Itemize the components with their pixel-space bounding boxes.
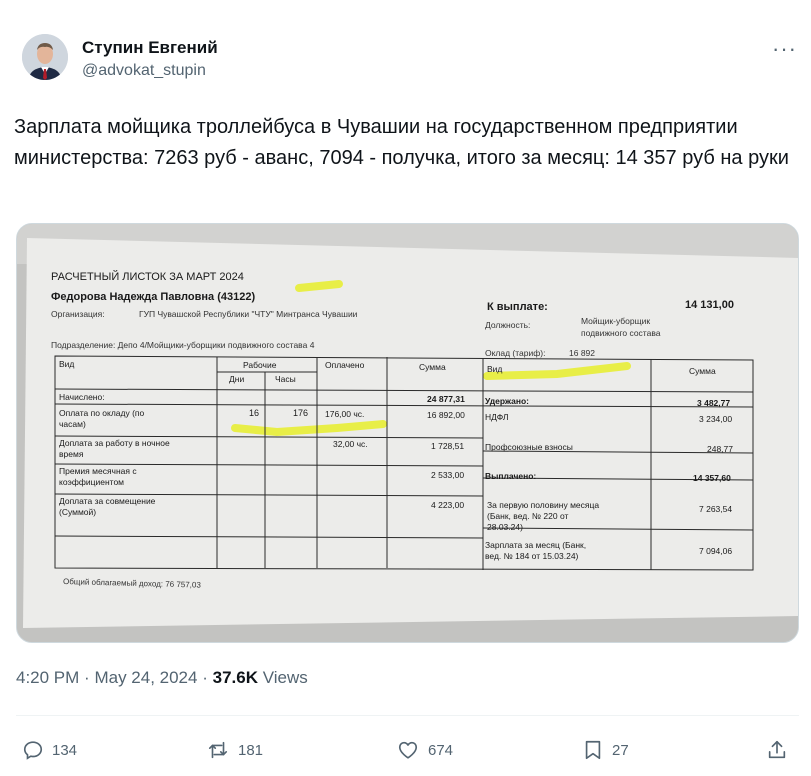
- author-name[interactable]: Ступин Евгений: [82, 38, 218, 58]
- svg-text:За первую половину месяца: За первую половину месяца: [487, 500, 599, 510]
- svg-text:(Банк, вед. № 220 от: (Банк, вед. № 220 от: [487, 511, 568, 521]
- svg-text:Дни: Дни: [229, 374, 244, 384]
- like-icon: [396, 739, 420, 761]
- svg-text:Организация:: Организация:: [51, 309, 105, 319]
- svg-text:2 533,00: 2 533,00: [431, 470, 464, 480]
- svg-text:16 892,00: 16 892,00: [427, 410, 465, 420]
- svg-text:Премия месячная с: Премия месячная с: [59, 466, 137, 476]
- more-icon[interactable]: ···: [772, 36, 797, 62]
- share-button[interactable]: [766, 737, 788, 763]
- svg-text:Оплачено: Оплачено: [325, 360, 365, 370]
- svg-text:Подразделение: Депо 4/Мойщики-: Подразделение: Депо 4/Мойщики-уборщики п…: [51, 340, 315, 350]
- share-icon: [766, 739, 788, 761]
- svg-text:Оплата по окладу (по: Оплата по окладу (по: [59, 408, 145, 418]
- svg-text:16 892: 16 892: [569, 348, 595, 358]
- svg-text:(Суммой): (Суммой): [59, 507, 96, 517]
- svg-text:14 131,00: 14 131,00: [685, 299, 734, 311]
- repost-icon: [206, 739, 230, 761]
- repost-button[interactable]: 181: [206, 737, 263, 763]
- reply-button[interactable]: 134: [22, 737, 77, 763]
- svg-text:248,77: 248,77: [707, 444, 733, 454]
- svg-text:Профсоюзные взносы: Профсоюзные взносы: [485, 442, 573, 452]
- meta-separator: ·: [202, 668, 208, 687]
- author-handle[interactable]: @advokat_stupin: [82, 62, 206, 80]
- svg-text:Сумма: Сумма: [419, 362, 446, 372]
- svg-text:3 234,00: 3 234,00: [699, 414, 732, 424]
- svg-text:7 263,54: 7 263,54: [699, 504, 732, 514]
- svg-text:1 728,51: 1 728,51: [431, 441, 464, 451]
- svg-text:Рабочие: Рабочие: [243, 360, 277, 370]
- bookmark-count: 27: [612, 741, 629, 759]
- svg-text:16: 16: [249, 408, 259, 418]
- bookmark-icon: [582, 739, 604, 761]
- like-button[interactable]: 674: [396, 737, 453, 763]
- highlight-mark: [295, 280, 343, 292]
- tweet-date[interactable]: May 24, 2024: [94, 668, 197, 687]
- divider: [16, 715, 799, 716]
- tweet-text: Зарплата мойщика троллейбуса в Чувашии н…: [14, 116, 789, 169]
- reply-icon: [22, 739, 44, 761]
- svg-text:время: время: [59, 449, 84, 459]
- svg-text:Выплачено:: Выплачено:: [485, 471, 536, 481]
- svg-text:коэффициентом: коэффициентом: [59, 477, 124, 487]
- svg-text:ГУП Чувашской Республики "ЧТУ": ГУП Чувашской Республики "ЧТУ" Минтранса…: [139, 309, 358, 319]
- views-label: Views: [262, 668, 308, 687]
- svg-text:Зарплата за месяц (Банк,: Зарплата за месяц (Банк,: [485, 540, 586, 550]
- reply-count: 134: [52, 741, 78, 759]
- svg-text:24 877,31: 24 877,31: [427, 394, 465, 404]
- svg-text:7 094,06: 7 094,06: [699, 546, 732, 556]
- bookmark-button[interactable]: 27: [582, 737, 629, 763]
- svg-text:К выплате:: К выплате:: [487, 301, 548, 313]
- views-count[interactable]: 37.6K: [213, 668, 258, 687]
- svg-text:Сумма: Сумма: [689, 366, 716, 376]
- svg-text:Вид: Вид: [487, 364, 502, 374]
- svg-text:32,00 чс.: 32,00 чс.: [333, 439, 368, 449]
- svg-text:вед. № 184 от 15.03.24): вед. № 184 от 15.03.24): [485, 551, 579, 561]
- svg-text:НДФЛ: НДФЛ: [485, 412, 508, 422]
- tweet-photo[interactable]: РАСЧЕТНЫЙ ЛИСТОК ЗА МАРТ 2024 Федорова Н…: [16, 223, 799, 643]
- payslip-employee: Федорова Надежда Павловна (43122): [51, 291, 255, 303]
- svg-text:176: 176: [293, 408, 308, 418]
- svg-text:Доплата за работу в ночное: Доплата за работу в ночное: [59, 438, 170, 448]
- svg-text:Часы: Часы: [275, 374, 296, 384]
- svg-text:подвижного состава: подвижного состава: [581, 328, 661, 338]
- svg-text:28.03.24): 28.03.24): [487, 522, 523, 532]
- svg-text:Вид: Вид: [59, 359, 74, 369]
- svg-text:часам): часам): [59, 419, 86, 429]
- svg-text:Доплата за совмещение: Доплата за совмещение: [59, 496, 156, 506]
- avatar[interactable]: [22, 34, 68, 80]
- svg-text:3 482,77: 3 482,77: [697, 398, 730, 408]
- svg-text:Оклад (тариф):: Оклад (тариф):: [485, 348, 545, 358]
- svg-text:4 223,00: 4 223,00: [431, 500, 464, 510]
- svg-text:176,00 чс.: 176,00 чс.: [325, 409, 364, 419]
- svg-text:14 357,60: 14 357,60: [693, 473, 731, 483]
- repost-count: 181: [238, 741, 264, 759]
- like-count: 674: [428, 741, 454, 759]
- payslip-title: РАСЧЕТНЫЙ ЛИСТОК ЗА МАРТ 2024: [51, 270, 244, 283]
- svg-text:Должность:: Должность:: [485, 320, 530, 330]
- svg-text:Мойщик-уборщик: Мойщик-уборщик: [581, 316, 650, 326]
- svg-text:Начислено:: Начислено:: [59, 392, 105, 402]
- tweet-meta: 4:20 PM · May 24, 2024 · 37.6K Views: [16, 668, 308, 688]
- svg-text:Удержано:: Удержано:: [485, 396, 529, 406]
- meta-separator: ·: [84, 668, 90, 687]
- tweet-time[interactable]: 4:20 PM: [16, 668, 79, 687]
